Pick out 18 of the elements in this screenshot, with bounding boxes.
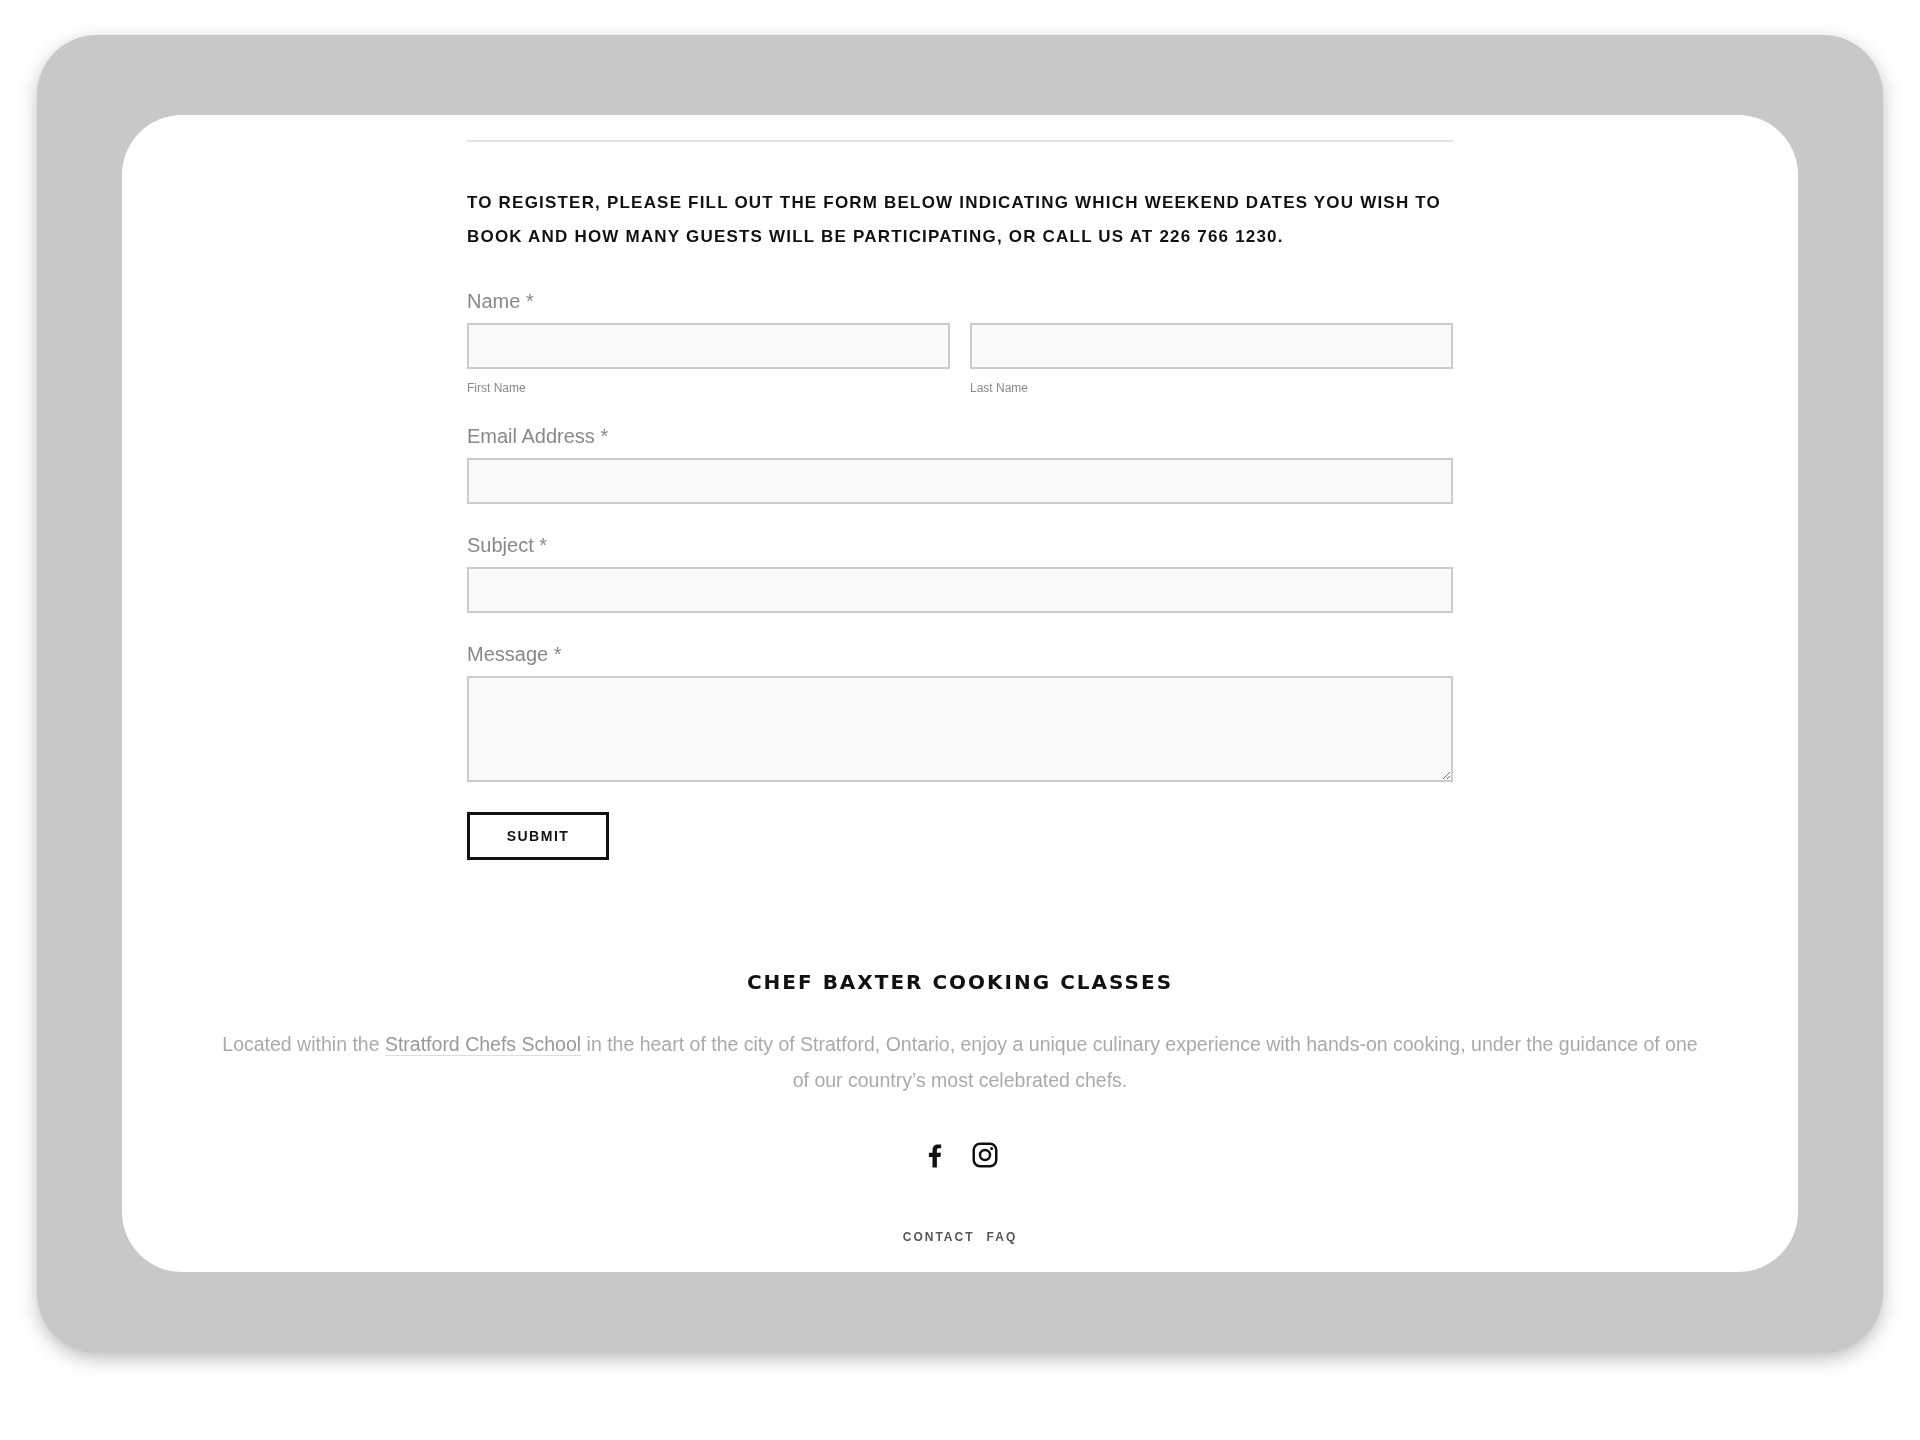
input-field[interactable] xyxy=(467,458,1453,504)
intro-heading: TO REGISTER, PLEASE FILL OUT THE FORM BELOW INDICATING WHICH WEEKEND DATES YOU WISH TO BOOK AND HOW MANY GUESTS WILL BE PARTICIPATING, OR CALL US AT 226 766 1230. xyxy=(467,192,1442,248)
field-caption: First Name xyxy=(467,381,527,395)
footer-link[interactable]: CONTACT xyxy=(902,1230,975,1244)
submit-button[interactable]: SUBMIT xyxy=(467,812,609,860)
field-label: Name * xyxy=(467,290,535,313)
input-field[interactable] xyxy=(467,567,1453,613)
footer-link[interactable]: FAQ xyxy=(986,1230,1018,1244)
field-label: Email Address * xyxy=(467,425,610,448)
input-field[interactable] xyxy=(467,323,950,369)
field-label: Subject * xyxy=(467,534,549,557)
input-field[interactable] xyxy=(970,323,1453,369)
footer-title: CHEF BAXTER COOKING CLASSES xyxy=(746,970,1174,994)
footer-description: Located within the Stratford Chefs School in the heart of the city of Stratford, Ontario, enjoy a unique culinary experience with hands-on cooking, under the guidance of one of our country’s most celebrated chefs. xyxy=(221,1032,1699,1093)
instagram-icon[interactable] xyxy=(970,1140,1000,1170)
field-label: Message * xyxy=(467,643,563,666)
field-caption: Last Name xyxy=(970,381,1030,395)
message-field[interactable] xyxy=(467,676,1453,782)
